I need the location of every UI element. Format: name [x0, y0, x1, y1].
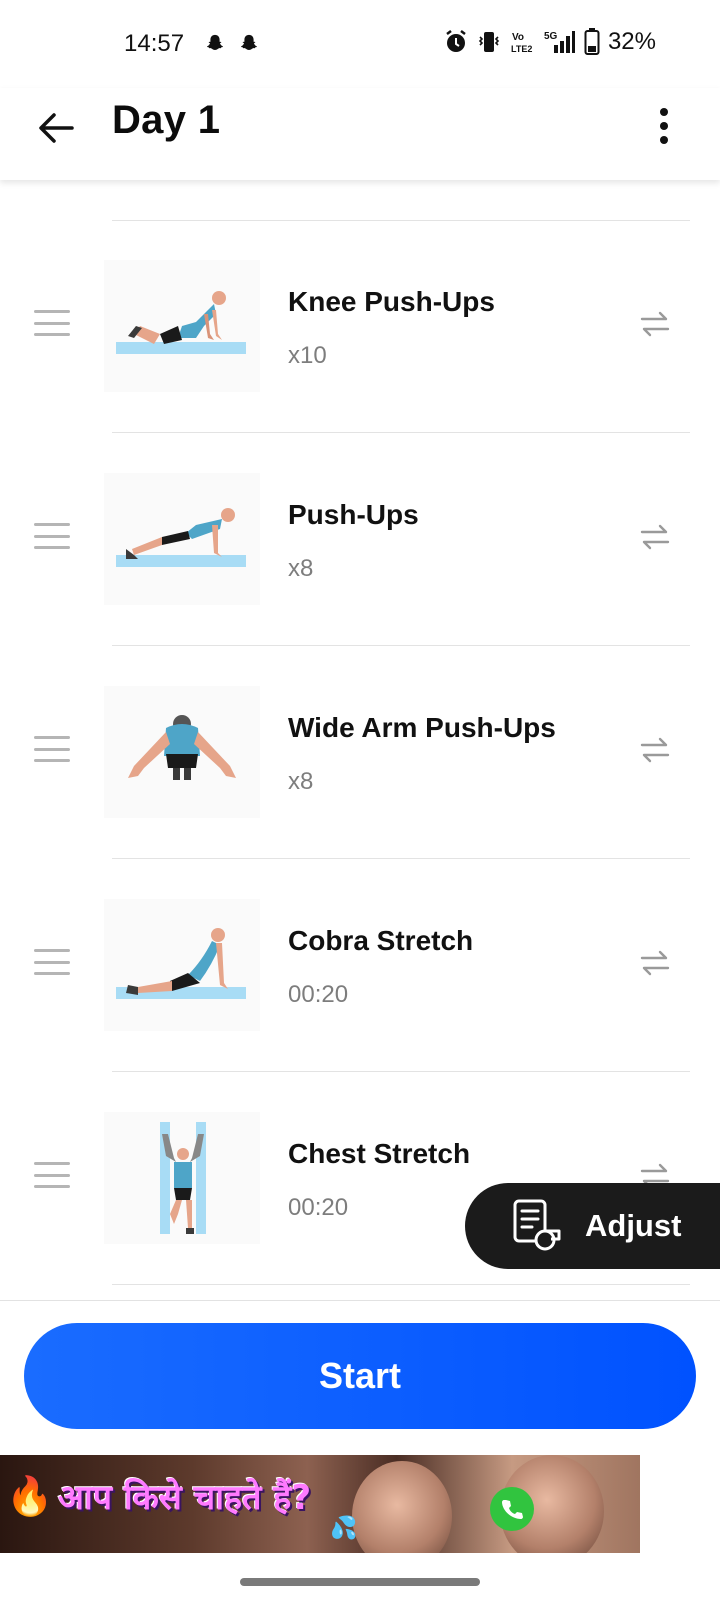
- exercise-thumbnail: [104, 473, 260, 605]
- phone-call-icon: [490, 1487, 534, 1531]
- vibrate-icon: [478, 32, 500, 52]
- divider: [0, 1300, 720, 1301]
- drag-handle-icon[interactable]: [34, 949, 70, 975]
- exercise-reps: x8: [288, 768, 314, 795]
- divider: [112, 1284, 690, 1285]
- more-vertical-icon[interactable]: [656, 104, 672, 148]
- gesture-nav-bar[interactable]: [240, 1578, 480, 1586]
- drag-handle-icon[interactable]: [34, 523, 70, 549]
- exercise-duration: 00:20: [288, 981, 349, 1008]
- 5g-signal-icon: 5G: [544, 31, 575, 53]
- alarm-icon: [446, 30, 466, 52]
- ad-banner[interactable]: 🔥 आप किसे चाहते हैं? 💦: [0, 1455, 640, 1553]
- exercise-thumbnail: [104, 686, 260, 818]
- adjust-label: Adjust: [585, 1208, 682, 1243]
- swap-icon[interactable]: [640, 310, 670, 338]
- swap-icon[interactable]: [640, 949, 670, 977]
- exercise-name: Chest Stretch: [288, 1138, 471, 1169]
- battery-icon: [584, 28, 600, 55]
- exercise-thumbnail: [104, 260, 260, 392]
- page-title: Day 1: [112, 98, 221, 142]
- status-time: 14:57: [124, 30, 185, 57]
- exercise-name: Push-Ups: [288, 499, 419, 530]
- checklist-whistle-icon: [513, 1199, 561, 1251]
- exercise-row[interactable]: Push-Ups x8: [0, 433, 720, 646]
- exercise-reps: x8: [288, 555, 314, 582]
- exercise-thumbnail: [104, 899, 260, 1031]
- droplets-icon: 💦: [330, 1515, 358, 1540]
- status-bar: 14:57 Vo LTE2 5G 32%: [0, 0, 720, 88]
- app-bar: Day 1: [0, 88, 720, 180]
- ad-photo: [352, 1461, 452, 1553]
- exercise-duration: 00:20: [288, 1194, 349, 1221]
- snapchat-icon: [240, 34, 258, 50]
- exercise-name: Wide Arm Push-Ups: [288, 712, 556, 743]
- exercise-row[interactable]: Cobra Stretch 00:20: [0, 859, 720, 1072]
- exercise-row[interactable]: Knee Push-Ups x10: [0, 220, 720, 433]
- exercise-thumbnail: [104, 1112, 260, 1244]
- battery-percent: 32%: [607, 28, 656, 55]
- exercise-name: Cobra Stretch: [288, 925, 474, 956]
- svg-text:5G: 5G: [544, 31, 558, 42]
- exercise-row[interactable]: Wide Arm Push-Ups x8: [0, 646, 720, 859]
- ad-text: आप किसे चाहते हैं?: [58, 1478, 312, 1518]
- exercise-name: Knee Push-Ups: [288, 286, 495, 317]
- fire-icon: 🔥: [6, 1476, 54, 1518]
- drag-handle-icon[interactable]: [34, 736, 70, 762]
- exercise-reps: x10: [288, 342, 327, 369]
- svg-text:LTE2: LTE2: [511, 44, 532, 54]
- swap-icon[interactable]: [640, 736, 670, 764]
- arrow-left-icon[interactable]: [34, 106, 78, 150]
- drag-handle-icon[interactable]: [34, 310, 70, 336]
- svg-text:Vo: Vo: [512, 32, 524, 43]
- start-button[interactable]: Start: [24, 1323, 696, 1429]
- drag-handle-icon[interactable]: [34, 1162, 70, 1188]
- adjust-button[interactable]: Adjust: [465, 1183, 720, 1269]
- status-icons: Vo LTE2 5G 32%: [444, 28, 656, 56]
- exercise-list[interactable]: Knee Push-Ups x10 Push-Ups x8 Wide Arm P…: [0, 180, 720, 1300]
- snapchat-icon: [206, 34, 224, 50]
- swap-icon[interactable]: [640, 523, 670, 551]
- volte-icon: Vo LTE2: [511, 32, 532, 54]
